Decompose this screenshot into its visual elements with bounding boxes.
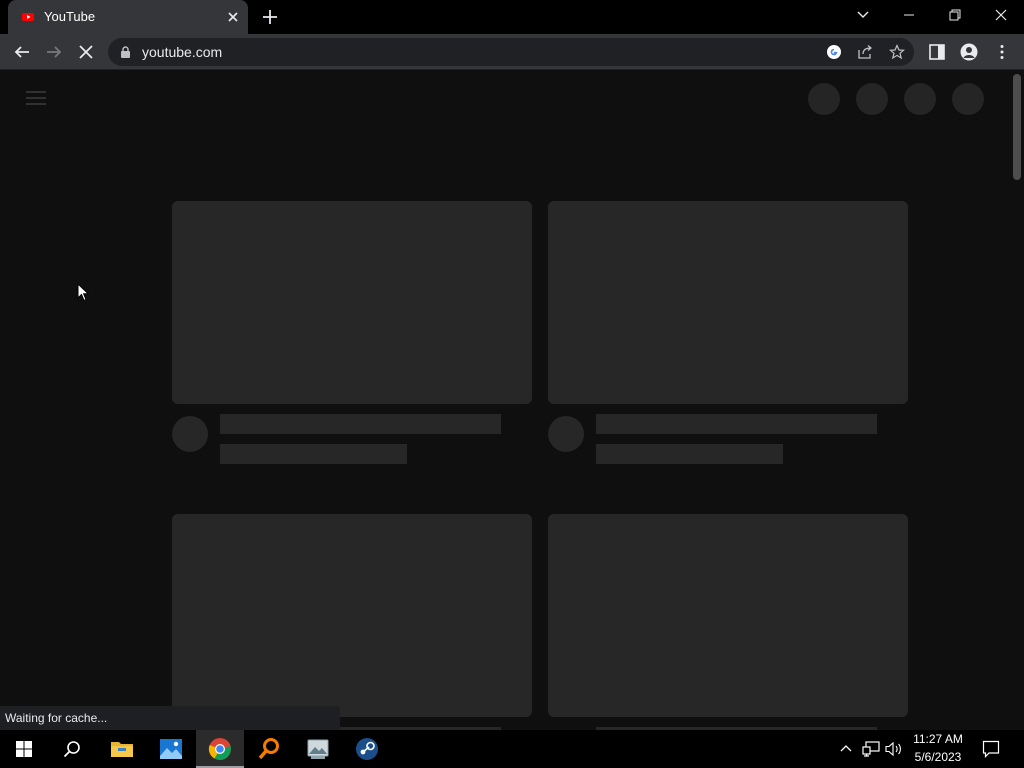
url-text[interactable]: youtube.com [142,44,222,60]
taskbar-chrome[interactable] [196,730,244,768]
status-bubble: Waiting for cache... [0,706,340,730]
header-placeholder-circle [952,83,984,115]
notification-center-icon[interactable] [982,740,1000,758]
share-icon[interactable] [857,44,873,60]
windows-start-icon [16,741,32,757]
lock-icon[interactable] [120,46,131,59]
new-tab-icon[interactable] [260,7,280,27]
volume-icon[interactable] [885,741,903,757]
photo-viewer-icon [307,739,329,759]
minimize-button[interactable] [886,0,932,30]
chrome-icon [208,738,231,760]
network-icon[interactable] [862,741,880,757]
forward-arrow-icon[interactable] [45,43,63,61]
side-panel-icon[interactable] [928,43,946,61]
kebab-menu-icon[interactable] [993,43,1011,61]
video-thumbnail-placeholder [172,514,532,717]
status-text: Waiting for cache... [5,711,108,725]
channel-avatar-placeholder [172,416,208,452]
video-meta-placeholder [596,444,783,464]
file-explorer-icon [111,742,133,757]
taskbar-photos[interactable] [147,730,195,768]
scrollbar-thumb[interactable] [1013,74,1021,180]
close-tab-icon[interactable] [224,8,242,26]
close-icon [995,9,1007,21]
video-thumbnail-placeholder [548,514,908,717]
steam-icon [356,738,378,760]
header-placeholder-circle [808,83,840,115]
tab-search-button[interactable] [840,0,886,30]
restore-button[interactable] [932,0,978,30]
youtube-page [0,71,1010,730]
close-window-button[interactable] [978,0,1024,30]
magnifier-app-icon [258,738,279,760]
show-hidden-icons-chevron-icon[interactable] [839,742,853,756]
search-icon [63,741,80,758]
windows-taskbar: 11:27 AM 5/6/2023 [0,730,1024,768]
header-placeholder-circle [904,83,936,115]
clock-date[interactable]: 5/6/2023 [904,750,972,764]
mouse-cursor-icon [77,283,89,302]
start-button[interactable] [0,730,48,768]
browser-toolbar: youtube.com [0,34,1024,70]
minimize-icon [904,14,914,16]
video-thumbnail-placeholder [172,201,532,404]
header-placeholder-circle [856,83,888,115]
taskbar-search-button[interactable] [48,730,96,768]
youtube-icon [22,13,34,21]
taskbar-magnifier-app[interactable] [245,730,293,768]
chevron-down-icon [857,11,869,18]
video-title-placeholder [220,414,501,434]
channel-avatar-placeholder [548,416,584,452]
stop-loading-icon[interactable] [77,43,95,61]
taskbar-photo-viewer[interactable] [294,730,342,768]
video-thumbnail-placeholder [548,201,908,404]
clock-time[interactable]: 11:27 AM [904,732,972,746]
taskbar-file-explorer[interactable] [98,730,146,768]
bookmark-star-icon[interactable] [889,44,905,60]
photos-icon [160,739,182,759]
tab-youtube[interactable]: YouTube [8,0,248,34]
taskbar-steam[interactable] [343,730,391,768]
restore-icon [949,9,961,21]
tab-title: YouTube [44,9,96,24]
video-meta-placeholder [220,444,407,464]
hamburger-menu-icon[interactable] [26,90,46,106]
address-bar[interactable]: youtube.com [108,38,914,66]
profile-icon[interactable] [960,43,978,61]
back-arrow-icon[interactable] [13,43,31,61]
tab-strip: YouTube [0,0,1024,34]
video-title-placeholder [596,414,877,434]
google-icon[interactable] [826,44,842,60]
